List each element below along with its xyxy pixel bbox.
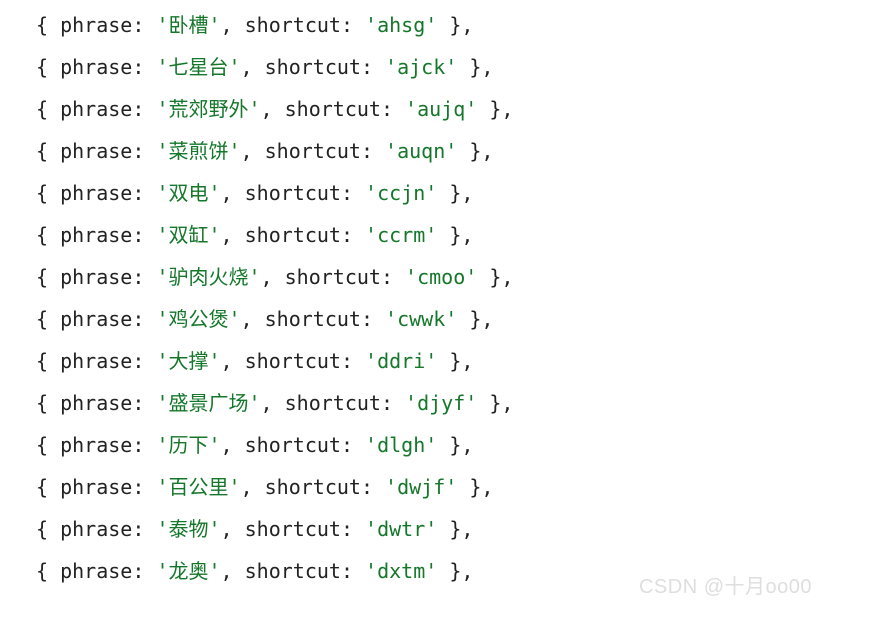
code-line: { phrase: '盛景广场', shortcut: 'djyf' }, [36, 382, 836, 424]
code-line: { phrase: '双电', shortcut: 'ccjn' }, [36, 172, 836, 214]
code-line: { phrase: '泰物', shortcut: 'dwtr' }, [36, 508, 836, 550]
code-line: { phrase: '卧槽', shortcut: 'ahsg' }, [36, 4, 836, 46]
code-line: { phrase: '大撑', shortcut: 'ddri' }, [36, 340, 836, 382]
code-line: { phrase: '历下', shortcut: 'dlgh' }, [36, 424, 836, 466]
code-line: { phrase: '菜煎饼', shortcut: 'auqn' }, [36, 130, 836, 172]
code-line: { phrase: '鸡公煲', shortcut: 'cwwk' }, [36, 298, 836, 340]
code-line: { phrase: '双缸', shortcut: 'ccrm' }, [36, 214, 836, 256]
code-block: { phrase: '卧槽', shortcut: 'ahsg' }, { ph… [0, 0, 872, 596]
code-line: { phrase: '驴肉火烧', shortcut: 'cmoo' }, [36, 256, 836, 298]
code-line: { phrase: '百公里', shortcut: 'dwjf' }, [36, 466, 836, 508]
code-line: { phrase: '荒郊野外', shortcut: 'aujq' }, [36, 88, 836, 130]
code-line: { phrase: '七星台', shortcut: 'ajck' }, [36, 46, 836, 88]
watermark-text: CSDN @十月oo00 [639, 566, 812, 608]
